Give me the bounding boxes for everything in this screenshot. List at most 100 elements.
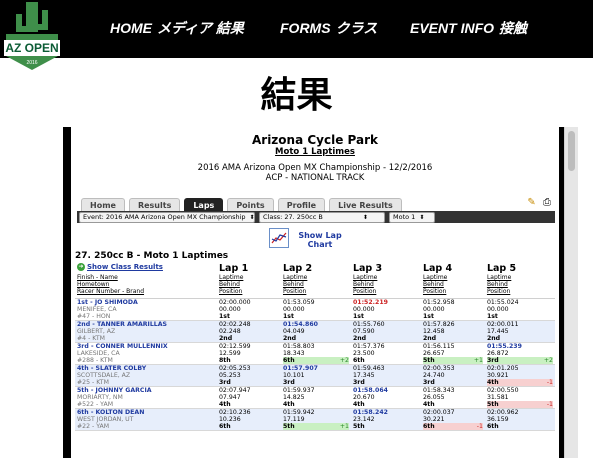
class-select[interactable]: Class: 27. 250cc B ⬍ <box>259 212 385 223</box>
az-open-logo[interactable]: AZ OPEN 2016 <box>2 0 62 76</box>
lap-subheader-label[interactable]: Laptime <box>219 274 279 281</box>
position: 5th -1 <box>486 401 553 408</box>
rider-number-brand: #22 - YAM <box>77 423 110 430</box>
lap-chart-label[interactable]: Show Lap Chart <box>295 231 345 249</box>
moto-select-value: Moto 1 <box>393 213 416 221</box>
lap-cell: 02:00.550 31.581 5th -1 <box>484 386 555 409</box>
nav-event-info-sub: 接触 <box>499 20 528 36</box>
lap-subheader-label[interactable]: Position <box>283 288 349 295</box>
behind-time: 14.825 <box>282 394 305 401</box>
lap-subheader-label[interactable]: Behind <box>283 281 349 288</box>
position-value: 4th <box>352 401 365 408</box>
moto-link[interactable]: Moto 1 Laptimes <box>71 147 559 157</box>
position-value: 4th <box>486 379 499 386</box>
lap-subheader-label[interactable]: Position <box>353 288 419 295</box>
laptime: 01:55.024 <box>486 299 519 306</box>
laptime: 01:58.803 <box>282 343 315 350</box>
laptime: 01:54.860 <box>282 321 318 328</box>
position-value: 6th <box>282 357 295 364</box>
position-value: 3rd <box>282 379 295 386</box>
lap-cell: 02:00.000 00.000 1st <box>217 298 281 321</box>
laptime: 01:57.907 <box>282 365 318 372</box>
position: 3rd <box>219 379 279 386</box>
behind-time: 00.000 <box>422 306 445 313</box>
lap-subheader-label[interactable]: Position <box>487 288 553 295</box>
rider-hometown: SCOTTSDALE, AZ <box>77 372 131 379</box>
scrollbar[interactable] <box>564 127 578 458</box>
position-value: 1st <box>219 313 230 320</box>
nav-forms[interactable]: FORMS クラス <box>280 18 410 38</box>
rider-hometown: GILBERT, AZ <box>77 328 116 335</box>
behind-time: 17.445 <box>486 328 509 335</box>
laptime: 02:00.037 <box>422 409 455 416</box>
class-select-value: Class: 27. 250cc B <box>263 213 323 221</box>
rider-cell: 1st - JO SHIMODA MENIFEE, CA #47 - HON <box>75 298 217 321</box>
lap-subheader-label[interactable]: Position <box>423 288 483 295</box>
laptime: 01:57.826 <box>422 321 455 328</box>
edit-icon[interactable]: ✎ <box>527 197 535 208</box>
position: 4th <box>353 401 419 408</box>
chevron-down-icon: ⬍ <box>362 214 368 221</box>
lap-header: Lap 3 <box>352 263 383 274</box>
position: 4th -1 <box>486 379 553 386</box>
rider-name-link[interactable]: 5th - JOHNNY GARCIA <box>77 387 215 394</box>
show-class-results-label[interactable]: Show Class Results <box>87 263 163 271</box>
lap-subheader-label[interactable]: Behind <box>353 281 419 288</box>
lap-subheader-label[interactable]: Laptime <box>353 274 419 281</box>
behind-time: 00.000 <box>282 306 305 313</box>
laptime: 01:59.937 <box>282 387 315 394</box>
lap-cell: 01:57.376 23.500 6th <box>350 342 421 365</box>
laptime: 01:59.463 <box>352 365 385 372</box>
lap-column-subheader: Laptime Behind Position <box>484 274 555 299</box>
rider-hometown: WEST JORDAN, UT <box>77 416 134 423</box>
position-value: 6th <box>486 423 499 430</box>
sort-hometown[interactable]: Hometown <box>77 281 215 288</box>
rider-name-link[interactable]: 3rd - CONNER MULLENNIX <box>77 343 215 350</box>
nav-home[interactable]: HOME メディア 結果 <box>110 18 280 38</box>
lap-cell: 01:52.958 00.000 1st <box>420 298 485 321</box>
position-change: +1 <box>339 423 349 430</box>
lap-subheader-label[interactable]: Behind <box>423 281 483 288</box>
position-value: 2nd <box>422 335 437 342</box>
behind-time: 12.599 <box>219 350 241 357</box>
logo-text: AZ OPEN <box>5 41 58 55</box>
print-icon[interactable]: ⎙ <box>543 197 551 208</box>
lap-cell: 02:10.236 10.236 6th <box>217 408 281 431</box>
rider-name-link[interactable]: 4th - SLATER COLBY <box>77 365 215 372</box>
rider-name-link[interactable]: 2nd - TANNER AMARILLAS <box>77 321 215 328</box>
behind-time: 26.657 <box>422 350 445 357</box>
event-select-value: Event: 2016 AMA Arizona Open MX Champion… <box>83 213 246 221</box>
rider-hometown: MENIFEE, CA <box>77 306 117 313</box>
moto-select[interactable]: Moto 1 ⬍ <box>389 212 435 223</box>
behind-time: 23.142 <box>352 416 375 423</box>
nav-forms-label: FORMS <box>280 20 331 36</box>
lap-subheader-label[interactable]: Position <box>219 288 279 295</box>
lap-subheader-label[interactable]: Behind <box>219 281 279 288</box>
laptime: 02:12.599 <box>219 343 251 350</box>
chevron-down-icon: ⬍ <box>419 214 425 221</box>
lap-subheader-label[interactable]: Laptime <box>487 274 553 281</box>
rider-name-link[interactable]: 1st - JO SHIMODA <box>77 299 215 306</box>
position-value: 5th <box>422 357 435 364</box>
position-value: 3rd <box>219 379 231 386</box>
rider-number-brand: #4 - KTM <box>77 335 105 342</box>
lap-subheader-label[interactable]: Laptime <box>423 274 483 281</box>
laptime: 01:58.064 <box>352 387 388 394</box>
position: 6th <box>219 423 279 430</box>
lap-subheader-label[interactable]: Laptime <box>283 274 349 281</box>
sort-racer-number[interactable]: Racer Number - Brand <box>77 288 215 295</box>
nav-event-info[interactable]: EVENT INFO 接触 <box>410 18 527 38</box>
scrollbar-thumb[interactable] <box>568 131 575 171</box>
sort-finish-name[interactable]: Finish - Name <box>77 274 215 281</box>
lap-subheader-label[interactable]: Behind <box>487 281 553 288</box>
behind-time: 17.345 <box>352 372 375 379</box>
show-class-results[interactable]: ➜ Show Class Results <box>75 263 217 274</box>
nav-home-label: HOME <box>110 20 152 36</box>
event-select[interactable]: Event: 2016 AMA Arizona Open MX Champion… <box>79 212 255 223</box>
behind-time: 00.000 <box>352 306 375 313</box>
rider-name-link[interactable]: 6th - KOLTON DEAN <box>77 409 215 416</box>
lap-header: Lap 1 <box>219 263 249 274</box>
position: 4th <box>283 401 349 408</box>
lap-header: Lap 4 <box>422 263 453 274</box>
rider-column-header: Finish - Name Hometown Racer Number - Br… <box>75 274 217 299</box>
